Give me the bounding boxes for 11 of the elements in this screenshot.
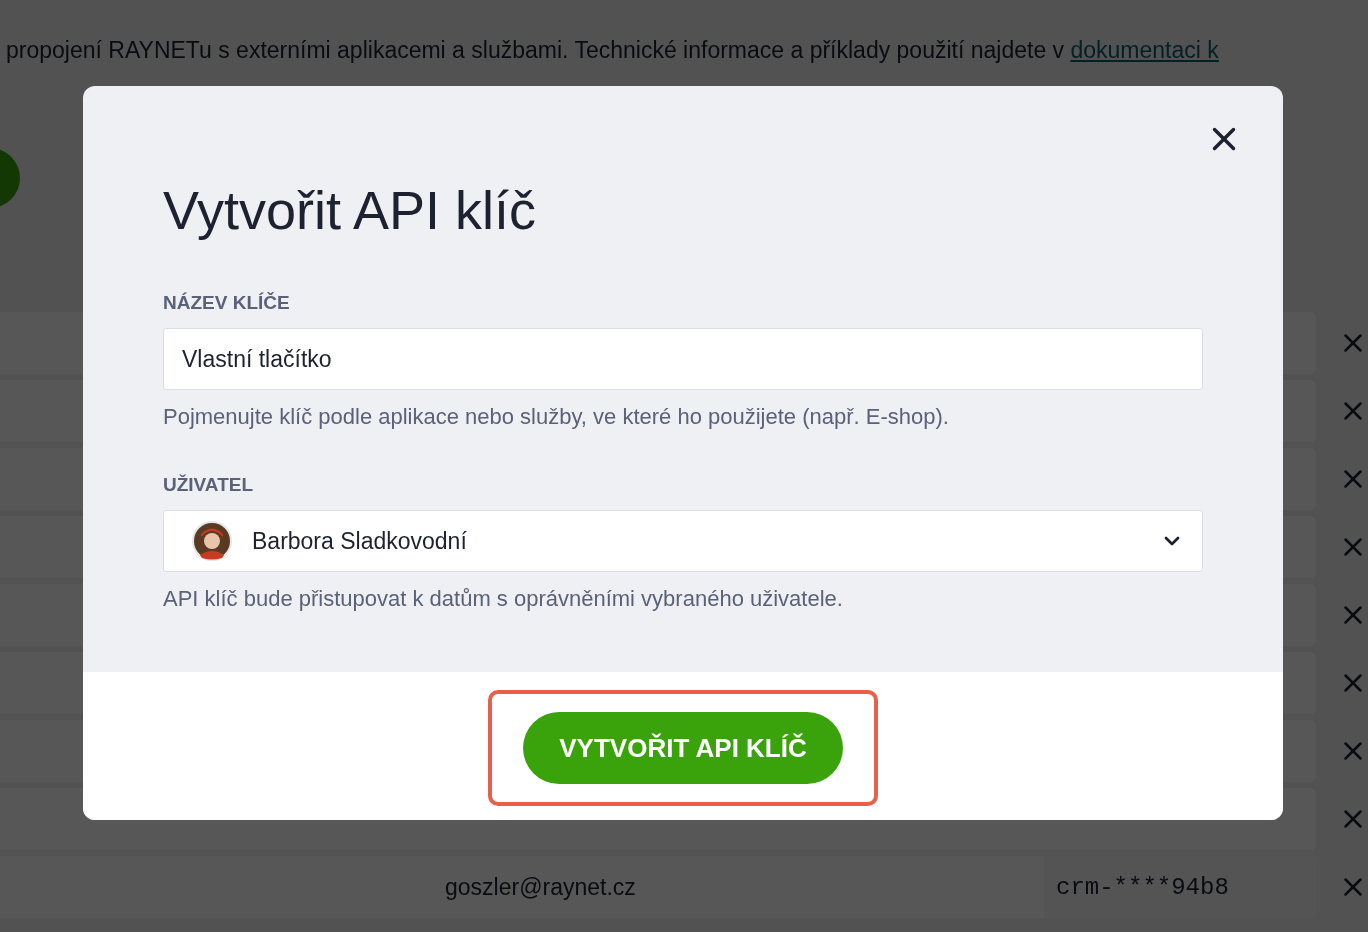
user-select[interactable]: Barbora Sladkovodní — [163, 510, 1203, 572]
avatar — [192, 521, 232, 561]
input-field[interactable]: Vlastní tlačítko — [163, 328, 1203, 390]
field-hint: Pojmenujte klíč podle aplikace nebo služby, ve které ho použijete (např. E-shop). — [163, 404, 950, 430]
email-text: goszler@raynet.cz — [445, 873, 636, 901]
field-hint: API klíč bude přistupovat k datům s oprávněními vybraného uživatele. — [163, 586, 844, 612]
dialog-title: Vytvořit API klíč — [163, 179, 538, 242]
api-key-text: crm-****94b8 — [1056, 873, 1229, 901]
field-label: NÁZEV KLÍČE — [163, 292, 291, 314]
field-label: UŽIVATEL — [163, 474, 255, 496]
intro-text: propojení RAYNETu s externími aplikacemi a službami. Technické informace a příklady použití najdete v dokumentaci k — [5, 36, 1220, 64]
